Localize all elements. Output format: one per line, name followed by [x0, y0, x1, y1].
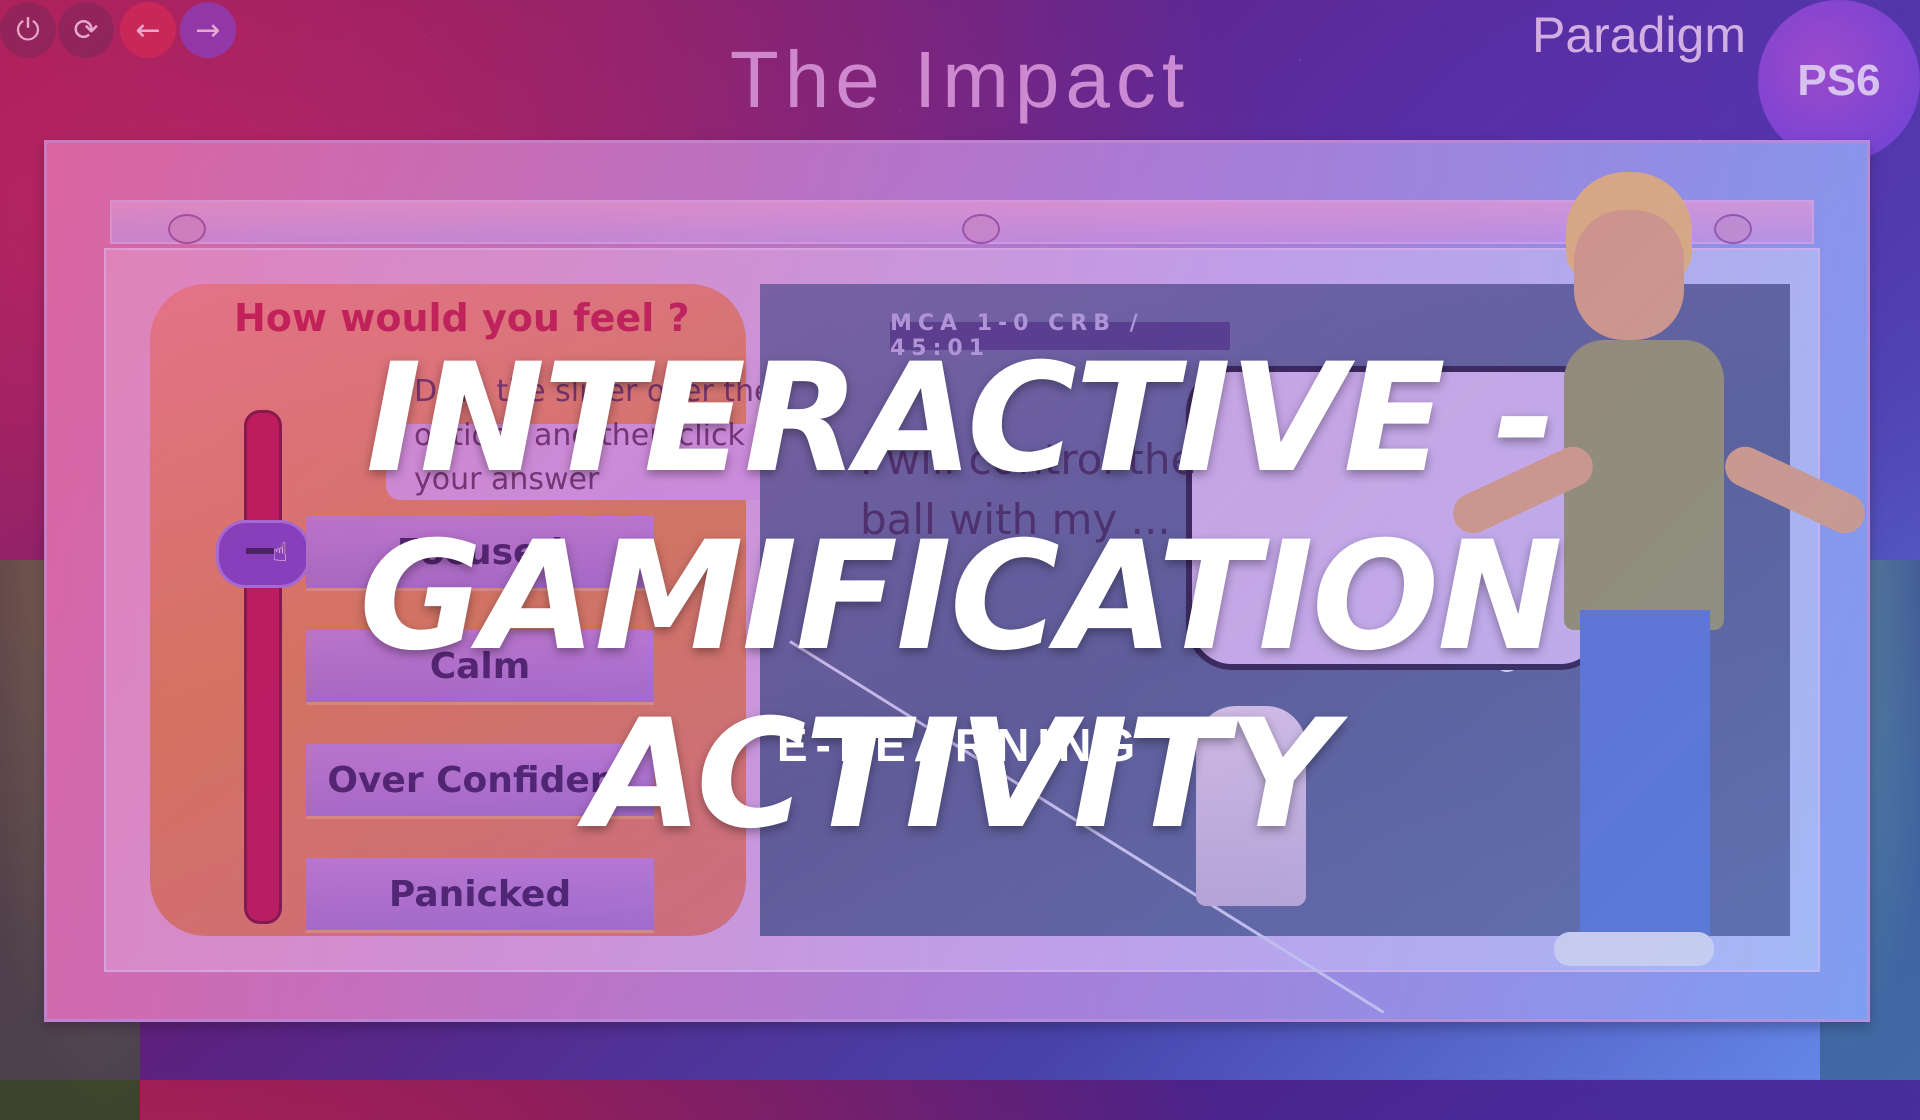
- subheadline: E-LEARNING: [776, 719, 1144, 771]
- board-rail: [110, 200, 1814, 244]
- screw-icon: [168, 214, 206, 244]
- headline-line-2: Activity: [586, 688, 1336, 862]
- screw-icon: [1714, 214, 1752, 244]
- character-face: [1574, 210, 1684, 340]
- headline-line-1: Interactive - Gamification: [359, 332, 1563, 684]
- character-shoes: [1554, 932, 1714, 966]
- brand-name: Paradigm: [1532, 7, 1746, 63]
- headline: Interactive - Gamification Activity: [0, 330, 1920, 864]
- option-panicked[interactable]: Panicked: [306, 858, 654, 933]
- screw-icon: [962, 214, 1000, 244]
- ps6-badge: PS6: [1758, 0, 1920, 162]
